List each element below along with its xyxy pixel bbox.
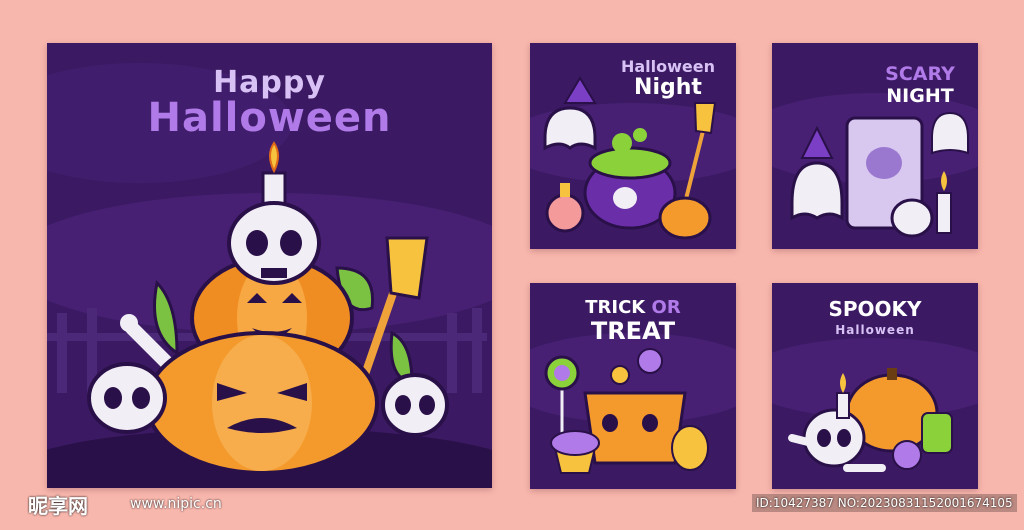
scary-night-illustration: [790, 111, 969, 238]
skull-icon: [802, 408, 866, 468]
page: { "cards": { "main": { "line1": "Happy",…: [0, 0, 1024, 530]
ghost-icon: [790, 125, 844, 221]
main-illustration: [47, 141, 492, 488]
trick-or-treat-illustration: [544, 348, 709, 474]
watermark-id: ID:10427387 NO:20230831152001674105: [752, 494, 1017, 512]
halloween-night-illustration: [543, 76, 717, 240]
skull-icon: [381, 373, 449, 437]
ghost-icon: [931, 111, 969, 155]
watermark-logo: 昵享网: [28, 494, 88, 518]
skull-icon: [227, 201, 321, 285]
card-halloween-night: Halloween Night: [530, 43, 736, 249]
skull-icon: [87, 362, 167, 434]
candy-icon: [544, 355, 580, 433]
pumpkin-icon: [658, 196, 712, 240]
cupcake-icon: [550, 430, 600, 474]
card-trick-or-treat: TRICK OR TREAT: [530, 283, 736, 489]
card-spooky-halloween: SPOOKY Halloween: [772, 283, 978, 489]
candy-icon: [610, 348, 663, 385]
candle-icon: [836, 373, 850, 419]
broom-icon: [683, 102, 717, 204]
pear-icon: [671, 425, 709, 471]
skull-icon: [890, 198, 934, 238]
pumpkin-icon: [145, 331, 379, 475]
ghost-icon: [543, 76, 597, 151]
watermark-url: www.nipic.cn: [130, 496, 222, 512]
candle-icon: [936, 171, 952, 234]
potion-icon: [545, 183, 585, 233]
pumpkin-icon: [583, 391, 687, 465]
spooky-illustration: [788, 368, 953, 472]
card-scary-night: SCARY NIGHT: [772, 43, 978, 249]
card-happy-halloween: Happy Halloween: [47, 43, 492, 488]
